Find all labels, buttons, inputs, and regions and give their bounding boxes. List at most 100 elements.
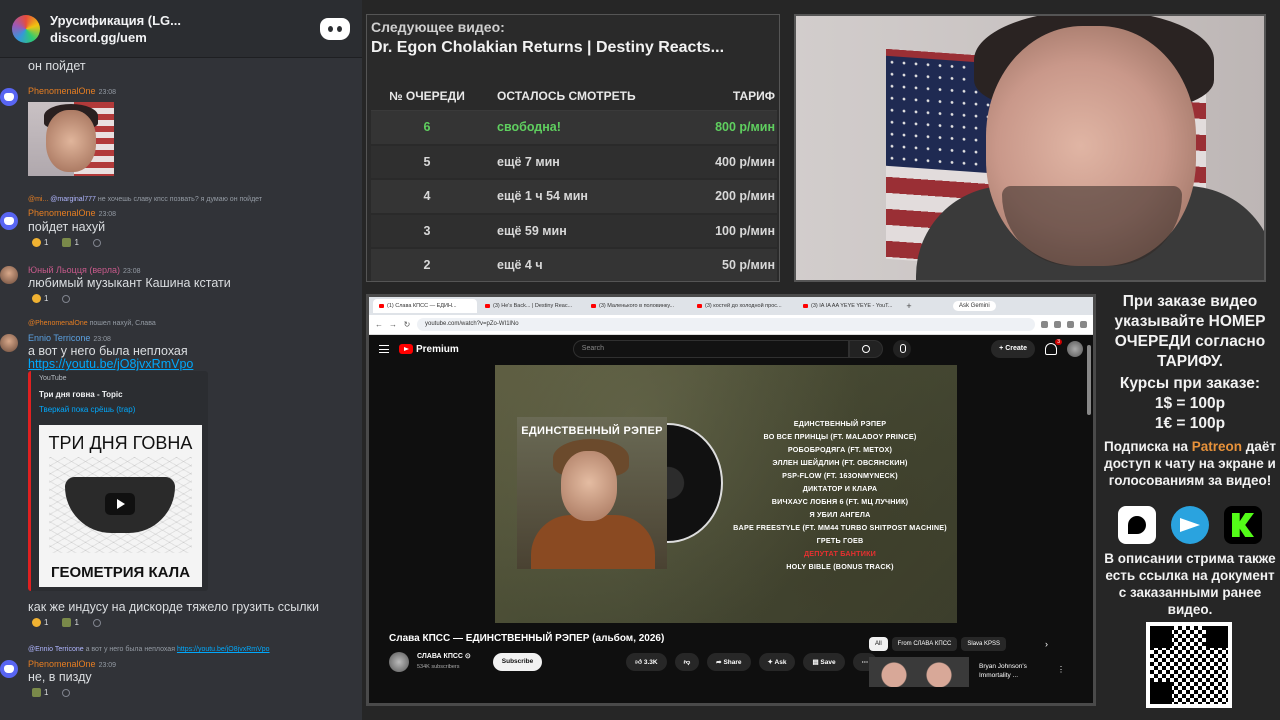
embed-thumbnail[interactable]: ТРИ ДНЯ ГОВНА ГЕОМЕТРИЯ КАЛА bbox=[39, 425, 202, 587]
username[interactable]: PhenomenalOne 23:09 bbox=[28, 659, 116, 669]
add-reaction-icon bbox=[92, 238, 101, 247]
reply-preview[interactable]: @mi... @marginal777 не хочешь славу кпсс… bbox=[28, 196, 262, 203]
chip-from-channel[interactable]: From СЛАВА КПСС bbox=[891, 637, 958, 651]
embed-author[interactable]: Тверкай пока срёшь (trap) bbox=[39, 405, 135, 414]
save-button[interactable]: ▤ Save bbox=[803, 653, 845, 671]
search-input[interactable]: Search bbox=[572, 340, 849, 358]
avatar[interactable] bbox=[0, 334, 18, 352]
youtube-link[interactable]: https://youtu.be/jO8jvxRmVpo bbox=[28, 357, 193, 371]
username[interactable]: PhenomenalOne 23:08 bbox=[28, 86, 116, 96]
ask-gemini-button[interactable]: Ask Gemini bbox=[953, 301, 996, 311]
video-player[interactable]: ЕДИНСТВЕННЫЙ РЭПЕР ЕДИНСТВЕННЫЙ РЭПЕР ВО… bbox=[495, 365, 957, 623]
timestamp: 23:08 bbox=[98, 211, 117, 218]
mic-icon[interactable] bbox=[892, 340, 911, 358]
add-reaction-icon bbox=[62, 294, 71, 303]
reply-preview[interactable]: @Ennio Terricone а вот у него была непло… bbox=[28, 646, 270, 653]
username[interactable]: Ennio Terricone 23:08 bbox=[28, 333, 111, 343]
sparkle-icon: ✦ bbox=[767, 659, 775, 666]
browser-window: (1) Слава КПСС — ЕДИН... (3) He's Back..… bbox=[366, 294, 1096, 706]
search-icon[interactable] bbox=[848, 340, 883, 358]
extension-icon[interactable] bbox=[1054, 321, 1061, 328]
avatar[interactable] bbox=[0, 660, 18, 678]
channel-avatar[interactable] bbox=[389, 652, 409, 672]
reaction-count: 1 bbox=[74, 618, 79, 627]
browser-tab[interactable]: (3) He's Back... | Destiny Reac... bbox=[479, 299, 583, 313]
forward-icon[interactable]: → bbox=[389, 320, 397, 329]
play-icon[interactable] bbox=[105, 493, 135, 515]
tab-bar: (1) Слава КПСС — ЕДИН... (3) He's Back..… bbox=[369, 297, 1093, 315]
avatar[interactable] bbox=[0, 88, 18, 106]
ask-label: Ask bbox=[774, 659, 787, 666]
reaction[interactable]: 1 bbox=[28, 686, 52, 699]
username[interactable]: Юный Льоцця (верла) 23:08 bbox=[28, 265, 141, 275]
reload-icon[interactable]: ↻ bbox=[403, 320, 411, 329]
reaction[interactable]: 1 bbox=[28, 616, 52, 629]
chevron-right-icon[interactable]: › bbox=[1045, 639, 1048, 649]
recommended-video[interactable] bbox=[869, 657, 979, 687]
tariff: 100 р/мин bbox=[715, 223, 775, 238]
add-reaction-button[interactable] bbox=[58, 686, 74, 699]
menu-icon[interactable] bbox=[379, 345, 389, 353]
emoji-icon bbox=[32, 618, 41, 627]
browser-tab[interactable]: (1) Слава КПСС — ЕДИН... bbox=[373, 299, 477, 313]
browser-tab[interactable]: (3) IA IA AA YEYE YEYE - YouT... bbox=[797, 299, 901, 313]
embed-title[interactable]: Три дня говна - Topic bbox=[39, 390, 123, 399]
queue-number: 2 bbox=[423, 258, 431, 273]
avatar[interactable] bbox=[1067, 341, 1083, 357]
reaction[interactable]: 1 bbox=[28, 236, 52, 249]
username[interactable]: PhenomenalOne 23:08 bbox=[28, 208, 116, 218]
image-face bbox=[46, 110, 96, 172]
message-text: не, в пизду bbox=[28, 670, 92, 684]
reply-link[interactable]: https://youtu.be/jO8jvxRmVpo bbox=[177, 646, 270, 653]
track: ВИЧХАУС ЛОБНЯ 6 (FT. МЦ ЛУЧНИК) bbox=[771, 497, 909, 506]
username-text: PhenomenalOne bbox=[28, 208, 96, 218]
like-button[interactable]: 👍︎ 3.3K bbox=[626, 653, 667, 671]
new-tab-button[interactable]: + bbox=[903, 301, 915, 311]
recommended-title[interactable]: Bryan Johnson's Immortality ... bbox=[979, 662, 1027, 680]
track: PSP-FLOW (FT. 163ONMYNECK) bbox=[782, 471, 898, 480]
reply-text: не хочешь славу кпсс позвать? я думаю он… bbox=[97, 196, 263, 203]
rec-title-line: Immortality ... bbox=[979, 672, 1019, 679]
dislike-button[interactable]: 👎︎ bbox=[674, 653, 700, 671]
profile-icon[interactable] bbox=[1080, 321, 1087, 328]
extension-icon[interactable] bbox=[1041, 321, 1048, 328]
header-remaining: ОСТАЛОСЬ СМОТРЕТЬ bbox=[497, 88, 636, 103]
add-reaction-button[interactable] bbox=[58, 292, 74, 305]
attached-image[interactable] bbox=[28, 102, 114, 176]
extension-icon[interactable] bbox=[1067, 321, 1074, 328]
add-reaction-button[interactable] bbox=[89, 616, 105, 629]
reaction[interactable]: 1 bbox=[58, 236, 82, 249]
recommended-thumbnail[interactable] bbox=[869, 657, 969, 687]
message-text: пойдет нахуй bbox=[28, 220, 106, 234]
reaction[interactable]: 1 bbox=[58, 616, 82, 629]
more-vert-icon[interactable]: ⋮ bbox=[1057, 665, 1065, 674]
create-button[interactable]: + Create bbox=[991, 340, 1035, 358]
subscribe-button[interactable]: Subscribe bbox=[492, 653, 543, 671]
avatar[interactable] bbox=[0, 212, 18, 230]
bell-icon[interactable]: 3 bbox=[1045, 339, 1062, 355]
page-scrollbar[interactable] bbox=[1087, 345, 1091, 415]
add-reaction-button[interactable] bbox=[89, 236, 105, 249]
channel-name[interactable]: СЛАВА КПСС ⊙ bbox=[417, 652, 471, 662]
chip-slava-kpss[interactable]: Slava KPSS bbox=[961, 637, 1007, 651]
url-field[interactable]: youtube.com/watch?v=pZo-WI1lNo bbox=[417, 318, 1035, 331]
browser-tab[interactable]: (3) Маленького в половинку... bbox=[585, 299, 689, 313]
browser-tab[interactable]: (3) костей до холодной прос... bbox=[691, 299, 795, 313]
album-cover: ЕДИНСТВЕННЫЙ РЭПЕР bbox=[517, 417, 667, 569]
chip-all[interactable]: All bbox=[869, 637, 888, 651]
youtube-logo[interactable]: Premium bbox=[399, 344, 459, 355]
reaction[interactable]: 1 bbox=[28, 292, 52, 305]
subscriber-count: 534K subscribers bbox=[417, 664, 460, 670]
avatar[interactable] bbox=[0, 266, 18, 284]
track: ВО ВСЕ ПРИНЦЫ (FT. MALADOY PRINCE) bbox=[763, 432, 917, 441]
share-button[interactable]: ➦ Share bbox=[707, 653, 751, 671]
thumb-top-text: ТРИ ДНЯ ГОВНА bbox=[48, 433, 193, 453]
recommendation-chips: All From СЛАВА КПСС Slava KPSS bbox=[869, 637, 1007, 651]
remaining: ещё 7 мин bbox=[497, 154, 560, 169]
back-icon[interactable]: ← bbox=[375, 320, 383, 329]
ask-button[interactable]: ✦ Ask bbox=[758, 653, 796, 671]
discord-logo-icon bbox=[320, 17, 350, 40]
remaining: ещё 4 ч bbox=[497, 258, 543, 273]
timestamp: 23:08 bbox=[93, 336, 111, 343]
reply-preview[interactable]: @PhenomenalOne пошел нахуй, Слава bbox=[28, 320, 156, 327]
